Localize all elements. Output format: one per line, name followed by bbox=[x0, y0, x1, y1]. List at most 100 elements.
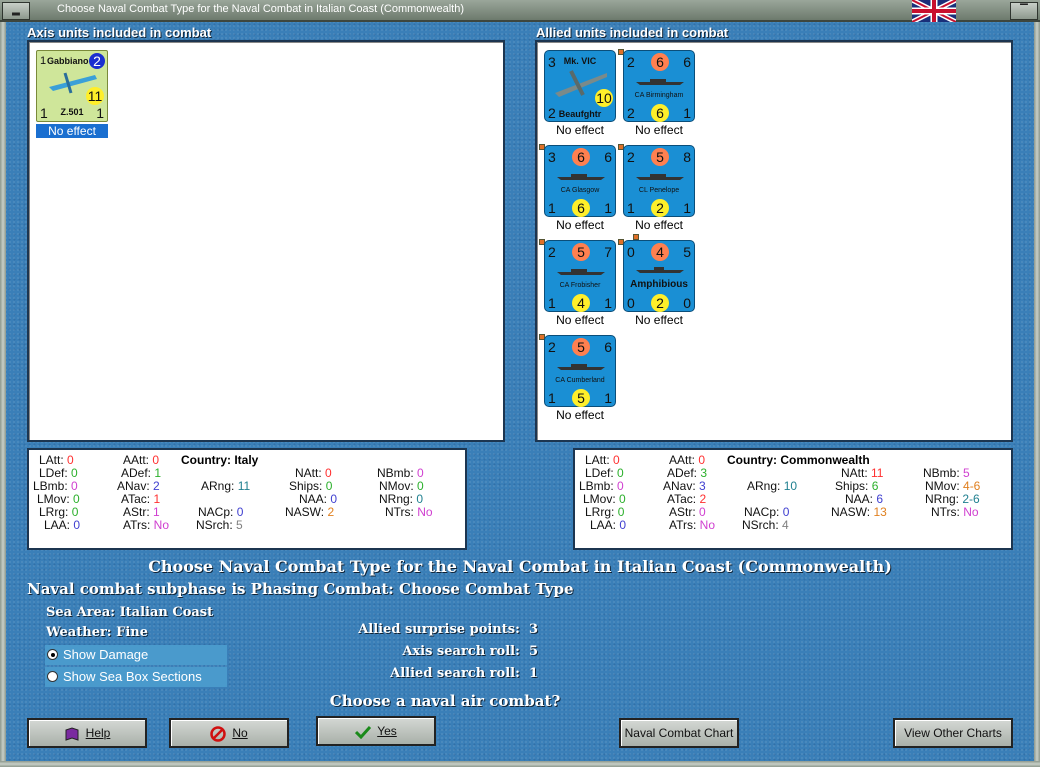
axis-stats-panel: LAtt: 0 LDef: 0 LBmb: 0 LMov: 0 LRrg: 0 … bbox=[27, 448, 467, 550]
stat-nrng: 0 bbox=[416, 492, 424, 506]
uk-flag-icon bbox=[912, 0, 956, 22]
unit-top-left: 1 bbox=[40, 55, 47, 67]
stat-adef: 1 bbox=[154, 466, 162, 480]
unit-status: No effect bbox=[556, 408, 604, 422]
unit-counter[interactable]: 2 5 7 CA Frobisher 1 4 1 bbox=[544, 240, 616, 312]
frame-bottom bbox=[0, 761, 1040, 767]
frame-left bbox=[0, 22, 6, 767]
unit-bottom-left: 1 bbox=[548, 295, 556, 311]
frame-right bbox=[1034, 22, 1040, 767]
naval-combat-chart-button[interactable]: Naval Combat Chart bbox=[619, 718, 739, 748]
stat-nacp: 0 bbox=[782, 505, 790, 519]
help-button[interactable]: Help bbox=[27, 718, 147, 748]
allied-unit-glasgow[interactable]: 3 6 6 CA Glasgow 1 6 1 No effect bbox=[539, 144, 616, 237]
stat-nbmb: 5 bbox=[963, 466, 970, 480]
unit-bottom-right: 1 bbox=[604, 390, 612, 406]
yes-button[interactable]: Yes bbox=[316, 716, 436, 746]
stat-latt: 0 bbox=[67, 453, 74, 467]
no-button[interactable]: No bbox=[169, 718, 289, 748]
unit-counter[interactable]: 3 Mk. VIC 10 2 Beaufghtr bbox=[544, 50, 616, 122]
unit-status: No effect bbox=[635, 218, 683, 232]
stat-laa: 0 bbox=[619, 518, 627, 532]
checkmark-icon bbox=[355, 725, 372, 739]
ship-icon bbox=[557, 364, 605, 370]
no-icon bbox=[210, 726, 227, 742]
stat-lmov: 0 bbox=[73, 492, 80, 506]
unit-mid-circle: 10 bbox=[595, 89, 613, 107]
stat-atac: 2 bbox=[699, 492, 707, 506]
stat-lrrg: 0 bbox=[71, 505, 79, 519]
unit-bottom-left: 0 bbox=[627, 295, 635, 311]
unit-counter[interactable]: 2 5 6 CA Cumberland 1 5 1 bbox=[544, 335, 616, 407]
close-button[interactable]: ▔ bbox=[1010, 2, 1038, 20]
allied-unit-penelope[interactable]: 2 5 8 CL Penelope 1 2 1 No effect bbox=[618, 144, 695, 237]
axis-units-panel: 1 Gabbiano 2 11 Z.501 1 1 No effect bbox=[27, 40, 505, 442]
weather-label: Weather: bbox=[46, 625, 112, 640]
unit-top-left: 2 bbox=[548, 244, 556, 260]
stat-nmov: 0 bbox=[417, 479, 424, 493]
unit-counter[interactable]: 2 5 8 CL Penelope 1 2 1 bbox=[623, 145, 695, 217]
allied-units-header: Allied units included in combat bbox=[536, 25, 729, 40]
radio-selected-icon bbox=[47, 649, 58, 660]
stat-ships: 0 bbox=[325, 479, 333, 493]
title-bar: ▂ Choose Naval Combat Type for the Naval… bbox=[0, 0, 1040, 22]
surprise-label: Allied surprise points: bbox=[358, 622, 520, 637]
show-damage-radio[interactable]: Show Damage bbox=[45, 645, 227, 665]
stat-aatt: 0 bbox=[152, 453, 160, 467]
show-sections-radio[interactable]: Show Sea Box Sections bbox=[45, 667, 227, 687]
ship-icon bbox=[557, 174, 605, 180]
sea-area-value: Italian Coast bbox=[119, 605, 214, 620]
view-other-charts-button[interactable]: View Other Charts bbox=[893, 718, 1013, 748]
ship-icon bbox=[557, 269, 605, 275]
unit-name: Gabbiano bbox=[47, 56, 89, 66]
stat-ships: 6 bbox=[871, 479, 879, 493]
stat-nmov: 4-6 bbox=[963, 479, 981, 493]
unit-counter[interactable]: 0 4 5 Amphibious 0 2 0 bbox=[623, 240, 695, 312]
unit-top-right: 6 bbox=[604, 149, 612, 165]
radio-unselected-icon bbox=[47, 671, 58, 682]
unit-bottom-right: 1 bbox=[604, 295, 612, 311]
axis-search-label: Axis search roll: bbox=[402, 644, 520, 659]
stat-nacp: 0 bbox=[236, 505, 244, 519]
unit-status: No effect bbox=[556, 123, 604, 137]
stat-nasw: 2 bbox=[327, 505, 335, 519]
unit-bottom-left: 1 bbox=[40, 105, 48, 121]
weather-value: Fine bbox=[116, 625, 149, 640]
allied-unit-birmingham[interactable]: 2 6 6 CA Birmingham 2 6 1 No effect bbox=[618, 49, 695, 142]
combat-title: Choose Naval Combat Type for the Naval C… bbox=[148, 557, 892, 576]
unit-mid-circle: 6 bbox=[572, 199, 590, 217]
stat-natt: 11 bbox=[871, 466, 884, 480]
ship-icon bbox=[636, 267, 684, 273]
axis-unit-gabbiano[interactable]: 1 Gabbiano 2 11 Z.501 1 1 No effect bbox=[36, 50, 108, 142]
window-title: Choose Naval Combat Type for the Naval C… bbox=[57, 3, 464, 15]
chart-label: Naval Combat Chart bbox=[624, 726, 734, 740]
stat-lmov: 0 bbox=[619, 492, 626, 506]
unit-bottom-left: 1 bbox=[548, 200, 556, 216]
allied-unit-amphibious[interactable]: 0 4 5 Amphibious 0 2 0 No effect bbox=[618, 234, 695, 332]
unit-status: No effect bbox=[635, 313, 683, 327]
unit-name: Amphibious bbox=[630, 279, 688, 290]
unit-subname: Beaufghtr bbox=[558, 109, 602, 119]
stat-ntrs: No bbox=[417, 505, 433, 519]
minimize-button[interactable]: ▂ bbox=[2, 2, 30, 20]
unit-top-right: 5 bbox=[683, 244, 691, 260]
unit-status: No effect bbox=[556, 313, 604, 327]
unit-bottom-right: 1 bbox=[683, 105, 691, 121]
unit-top-left: 3 bbox=[548, 149, 556, 165]
allied-unit-beaufighter[interactable]: 3 Mk. VIC 10 2 Beaufghtr No effect bbox=[544, 50, 616, 142]
unit-counter[interactable]: 3 6 6 CA Glasgow 1 6 1 bbox=[544, 145, 616, 217]
unit-bottom-left: 2 bbox=[627, 105, 635, 121]
allied-unit-frobisher[interactable]: 2 5 7 CA Frobisher 1 4 1 No effect bbox=[539, 239, 616, 332]
stat-atac: 1 bbox=[153, 492, 161, 506]
stat-astr: 0 bbox=[699, 505, 706, 519]
stat-astr: 1 bbox=[153, 505, 160, 519]
unit-name: CA Cumberland bbox=[555, 377, 605, 384]
unit-counter[interactable]: 1 Gabbiano 2 11 Z.501 1 1 bbox=[36, 50, 108, 122]
unit-name: CL Penelope bbox=[638, 187, 680, 194]
stat-ldef: 0 bbox=[617, 466, 624, 480]
allied-unit-cumberland[interactable]: 2 5 6 CA Cumberland 1 5 1 No effect bbox=[539, 334, 616, 427]
stat-natt: 0 bbox=[325, 466, 332, 480]
ship-icon bbox=[636, 79, 684, 85]
unit-counter[interactable]: 2 6 6 CA Birmingham 2 6 1 bbox=[623, 50, 695, 122]
unit-mid-circle: 6 bbox=[651, 104, 669, 122]
